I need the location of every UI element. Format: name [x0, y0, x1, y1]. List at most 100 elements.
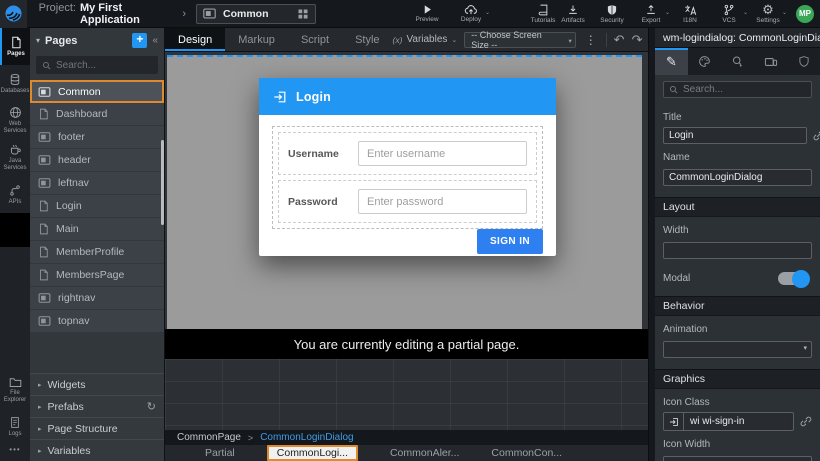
password-input[interactable] — [358, 189, 527, 214]
section-prefabs[interactable]: ▸ Prefabs ↻ — [30, 395, 164, 417]
preview-button[interactable]: Preview — [412, 4, 442, 24]
rail-item-pages[interactable]: Pages — [0, 28, 30, 65]
refresh-icon[interactable]: ↻ — [147, 400, 156, 413]
name-input[interactable] — [663, 169, 812, 186]
panel-splitter[interactable] — [648, 28, 655, 461]
security-button[interactable]: Security — [597, 4, 627, 24]
redo-button[interactable]: ↷ — [632, 33, 643, 46]
bottom-tab-partial[interactable]: Partial — [205, 447, 235, 459]
deploy-button[interactable]: Deploy ⌄ — [456, 4, 486, 24]
rail-item-file-explorer[interactable]: File Explorer — [0, 371, 30, 408]
tab-script[interactable]: Script — [288, 28, 342, 51]
rail-label: Databases — [1, 88, 30, 95]
undo-button[interactable]: ↶ — [614, 33, 625, 46]
pages-search-input[interactable]: Search... — [36, 56, 158, 74]
more-options-button[interactable]: ⋮ — [583, 33, 599, 47]
section-page-structure[interactable]: ▸ Page Structure — [30, 417, 164, 439]
icon-width-field-label: Icon Width — [663, 439, 812, 450]
modal-toggle[interactable] — [778, 272, 808, 285]
caret-down-icon[interactable]: ▾ — [36, 36, 40, 45]
page-list: Common Dashboard footer — [30, 80, 164, 333]
page-item-login[interactable]: Login — [30, 195, 164, 218]
rail-item-java-services[interactable]: Java Services — [0, 139, 30, 176]
project-name: My First Application — [80, 2, 168, 26]
variables-button[interactable]: (x) Variables ⌄ — [393, 34, 458, 45]
page-item-memberspage[interactable]: MembersPage — [30, 264, 164, 287]
rail-overflow-button[interactable]: ••• — [0, 445, 30, 461]
export-button[interactable]: Export ⌄ — [636, 4, 666, 24]
page-item-header[interactable]: header — [30, 149, 164, 172]
partial-icon — [38, 293, 51, 303]
variables-label: Variables — [406, 34, 447, 45]
section-graphics: Graphics — [655, 369, 820, 389]
modal-field-label: Modal — [663, 273, 690, 284]
icon-width-input[interactable] — [663, 456, 812, 461]
tutorials-button[interactable]: Tutorials — [528, 4, 558, 24]
section-variables[interactable]: ▸ Variables — [30, 439, 164, 461]
rail-item-apis[interactable]: APIs — [0, 176, 30, 213]
canvas-column: Design Markup Script Style (x) Variables… — [165, 28, 648, 461]
add-page-button[interactable]: + — [132, 33, 147, 48]
breadcrumb-parent[interactable]: CommonPage — [177, 432, 241, 443]
user-avatar[interactable]: MP — [796, 5, 814, 23]
page-item-common[interactable]: Common — [30, 80, 164, 103]
sign-in-button[interactable]: SIGN IN — [477, 229, 543, 254]
collapse-panel-icon[interactable]: « — [152, 35, 158, 46]
tab-properties[interactable]: ✎ — [655, 48, 688, 75]
wavemaker-logo[interactable] — [0, 0, 27, 28]
pages-scrollbar[interactable] — [161, 140, 164, 225]
width-input[interactable] — [663, 242, 812, 259]
search-icon — [669, 85, 678, 94]
login-dialog[interactable]: Login Username Password — [259, 78, 556, 256]
pages-panel-title: Pages — [45, 35, 127, 47]
bind-link-icon[interactable] — [799, 415, 812, 428]
username-row: Username — [278, 132, 537, 175]
animation-field-label: Animation — [663, 324, 812, 335]
page-item-leftnav[interactable]: leftnav — [30, 172, 164, 195]
page-icon — [38, 108, 49, 120]
animation-select[interactable] — [663, 341, 812, 358]
icon-class-field-label: Icon Class — [663, 397, 812, 408]
canvas-toolbar: Design Markup Script Style (x) Variables… — [165, 28, 648, 52]
tab-markup[interactable]: Markup — [225, 28, 288, 51]
bottom-tab-commonalertdialog[interactable]: CommonAler... — [390, 447, 459, 459]
page-item-rightnav[interactable]: rightnav — [30, 287, 164, 310]
tab-styles[interactable] — [688, 48, 721, 75]
rail-item-databases[interactable]: Databases — [0, 65, 30, 102]
page-item-footer[interactable]: footer — [30, 126, 164, 149]
page-selector-dropdown[interactable]: Common — [196, 4, 316, 24]
partial-icon — [38, 87, 51, 97]
rail-label: Pages — [7, 51, 25, 58]
settings-label: Settings — [756, 17, 780, 24]
settings-button[interactable]: ⚙ Settings ⌄ — [753, 4, 783, 24]
canvas-toolbar-right: (x) Variables ⌄ -- Choose Screen Size --… — [393, 28, 686, 51]
caret-down-icon: ⌄ — [451, 36, 457, 44]
breadcrumb-current[interactable]: CommonLoginDialog — [260, 432, 353, 443]
pages-panel-header: ▾ Pages + « — [30, 28, 164, 53]
title-input[interactable] — [663, 127, 807, 144]
bottom-tab-commonlogindialog[interactable]: CommonLogi... — [267, 445, 358, 461]
properties-search-input[interactable]: Search... — [663, 81, 812, 98]
vcs-button[interactable]: VCS ⌄ — [714, 4, 744, 24]
page-item-topnav[interactable]: topnav — [30, 310, 164, 333]
rail-item-logs[interactable]: Logs — [0, 408, 30, 445]
page-item-dashboard[interactable]: Dashboard — [30, 103, 164, 126]
page-item-memberprofile[interactable]: MemberProfile — [30, 241, 164, 264]
bottom-tabs-bar: Partial CommonLogi... CommonAler... Comm… — [165, 445, 648, 461]
screen-size-select[interactable]: -- Choose Screen Size -- ▾ — [464, 32, 575, 48]
i18n-button[interactable]: I18N — [675, 4, 705, 24]
username-input[interactable] — [358, 141, 527, 166]
icon-class-input[interactable]: wi wi-sign-in — [663, 412, 794, 431]
tab-device[interactable] — [754, 48, 787, 75]
bottom-tab-commonconfirmdialog[interactable]: CommonCon... — [491, 447, 562, 459]
bind-link-icon[interactable] — [812, 129, 820, 142]
tab-events[interactable] — [721, 48, 754, 75]
rail-item-web-services[interactable]: Web Services — [0, 102, 30, 139]
artifacts-button[interactable]: Artifacts — [558, 4, 588, 24]
page-item-main[interactable]: Main — [30, 218, 164, 241]
section-widgets[interactable]: ▸ Widgets — [30, 373, 164, 395]
tab-security[interactable] — [787, 48, 820, 75]
icon-width-field: Icon Width — [655, 439, 820, 461]
tab-design[interactable]: Design — [165, 28, 225, 51]
tab-style[interactable]: Style — [342, 28, 392, 51]
